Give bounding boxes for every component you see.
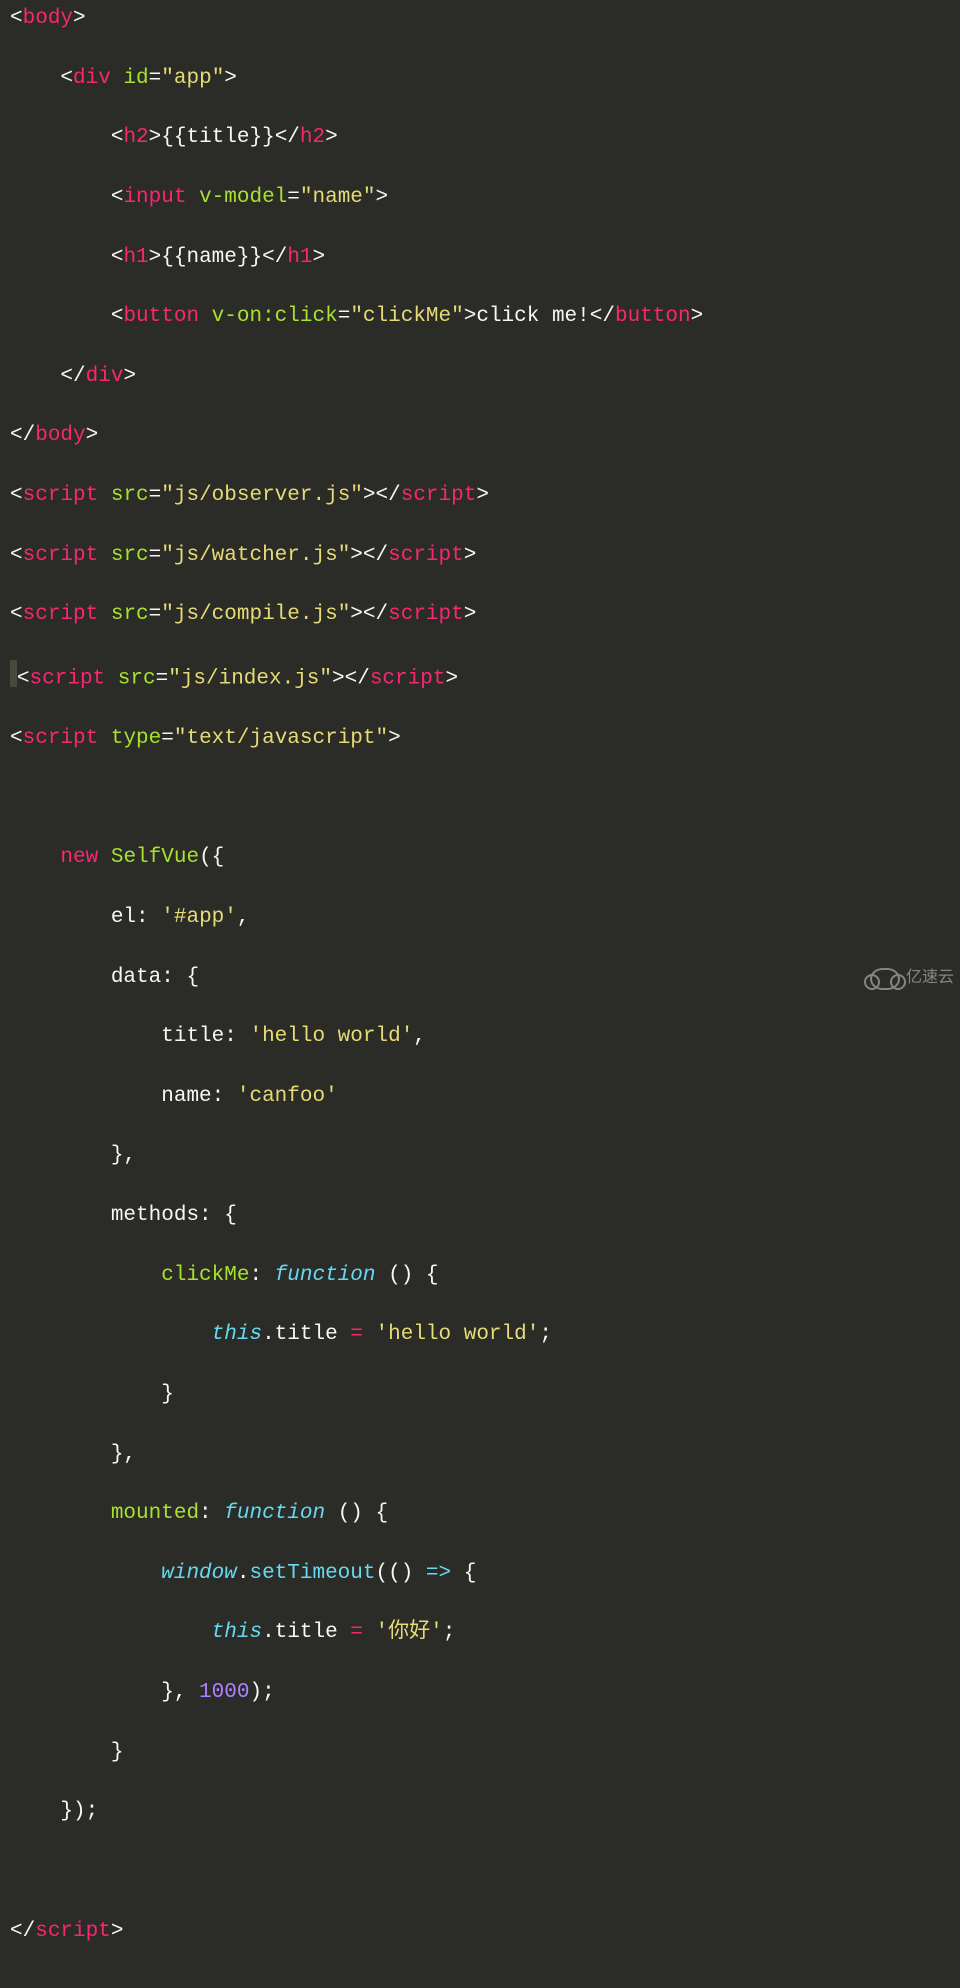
code-line — [10, 1857, 950, 1887]
code-line: el: '#app', — [10, 903, 950, 933]
code-line: <h1>{{name}}</h1> — [10, 243, 950, 273]
code-line: window.setTimeout(() => { — [10, 1559, 950, 1589]
code-line: }, — [10, 1141, 950, 1171]
code-line: <script src="js/watcher.js"></script> — [10, 541, 950, 571]
code-line: clickMe: function () { — [10, 1261, 950, 1291]
code-line: <h2>{{title}}</h2> — [10, 123, 950, 153]
code-line: data: { — [10, 963, 950, 993]
code-line: <script src="js/compile.js"></script> — [10, 600, 950, 630]
code-line: </body> — [10, 421, 950, 451]
code-line: }, — [10, 1440, 950, 1470]
watermark: 亿速云 — [870, 967, 954, 990]
cloud-icon — [870, 968, 900, 990]
code-line — [10, 784, 950, 814]
code-line: <script type="text/javascript"> — [10, 724, 950, 754]
code-line: </div> — [10, 362, 950, 392]
code-line: <button v-on:click="clickMe">click me!</… — [10, 302, 950, 332]
code-line: }, 1000); — [10, 1678, 950, 1708]
code-line: this.title = 'hello world'; — [10, 1320, 950, 1350]
code-line: <script src="js/index.js"></script> — [10, 660, 950, 694]
code-line: </script> — [10, 1917, 950, 1947]
code-line: } — [10, 1380, 950, 1410]
code-line: } — [10, 1738, 950, 1768]
code-line: <div id="app"> — [10, 64, 950, 94]
code-line: }); — [10, 1797, 950, 1827]
code-line: mounted: function () { — [10, 1499, 950, 1529]
code-line: <body> — [10, 4, 950, 34]
code-line: methods: { — [10, 1201, 950, 1231]
code-editor[interactable]: <body> <div id="app"> <h2>{{title}}</h2>… — [0, 0, 960, 1988]
cursor — [10, 660, 17, 687]
code-line: <input v-model="name"> — [10, 183, 950, 213]
code-line: title: 'hello world', — [10, 1022, 950, 1052]
code-line: name: 'canfoo' — [10, 1082, 950, 1112]
code-line: new SelfVue({ — [10, 843, 950, 873]
code-line: <script src="js/observer.js"></script> — [10, 481, 950, 511]
watermark-label: 亿速云 — [906, 967, 954, 990]
code-line: this.title = '你好'; — [10, 1618, 950, 1648]
